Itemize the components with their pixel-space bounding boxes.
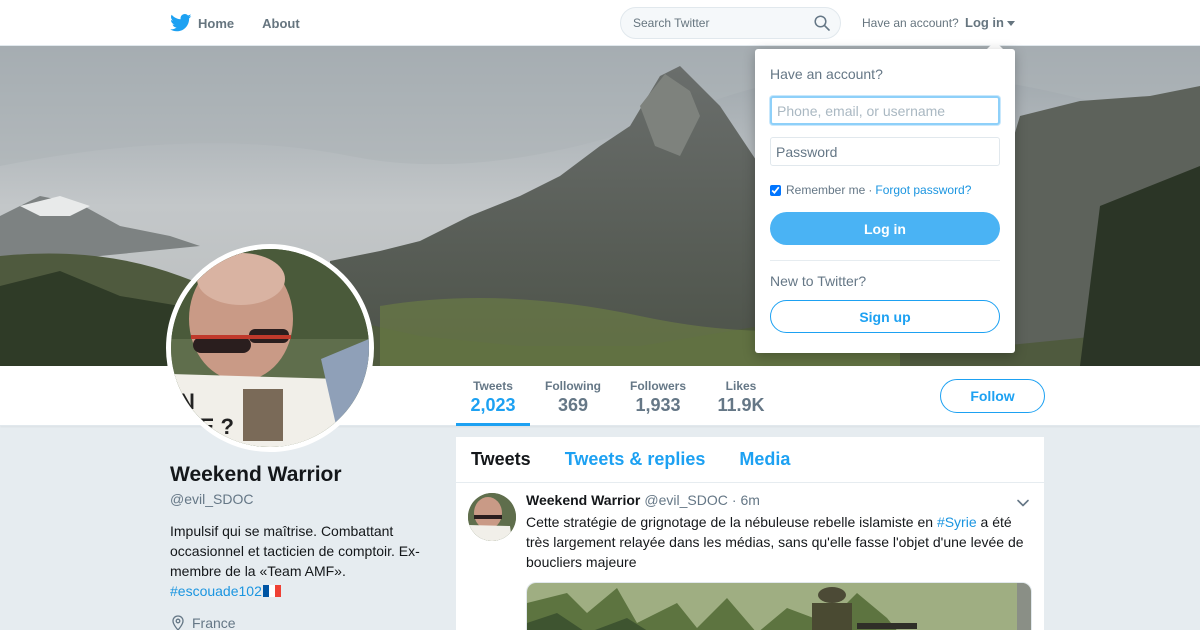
search-box[interactable] [620,7,841,39]
password-field[interactable] [770,137,1000,166]
tweet-author-handle[interactable]: @evil_SDOC [644,493,727,507]
nav-links: Home About [170,0,328,46]
search-icon[interactable] [814,15,830,31]
tab-tweets[interactable]: Tweets [471,449,531,470]
home-label: Home [198,15,235,31]
login-dropdown-toggle[interactable]: Log in [965,15,1015,30]
remember-separator: · [868,183,873,197]
remember-me-checkbox[interactable] [770,184,781,196]
svg-text:PE ?: PE ? [185,414,234,439]
login-toggle-label: Log in [965,15,1004,30]
tweet-separator: · [731,492,737,508]
chevron-down-icon[interactable] [1016,496,1030,510]
new-to-twitter-text: New to Twitter? [770,273,867,289]
bio-text: Impulsif qui se maîtrise. Combattant occ… [170,523,420,579]
stat-following[interactable]: Following 369 [540,366,606,426]
username-field[interactable] [770,96,1000,125]
tweet-media-image[interactable] [526,582,1032,630]
stat-followers[interactable]: Followers 1,933 [624,366,692,426]
stat-label: Following [545,379,601,393]
have-account-text: Have an account? [862,16,959,30]
stat-likes[interactable]: Likes 11.9K [710,366,772,426]
stat-value: 1,933 [635,395,681,415]
login-dropdown-title: Have an account? [770,66,883,82]
stat-label: Tweets [473,379,513,393]
about-link[interactable]: About [262,0,300,46]
login-dropdown: Have an account? Remember me · Forgot pa… [755,49,1015,353]
location-pin-icon [172,615,184,630]
profile-bio: Impulsif qui se maîtrise. Combattant occ… [170,521,435,601]
stat-value: 369 [557,395,589,415]
tweet-text-before: Cette stratégie de grignotage de la nébu… [526,514,937,530]
stat-value: 11.9K [717,395,765,415]
top-navigation-bar: Home About Have an account? Log in [0,0,1200,46]
tab-tweets-and-replies[interactable]: Tweets & replies [565,449,706,470]
stat-label: Followers [629,379,686,393]
tweet-header: Weekend Warrior @evil_SDOC · 6m [526,493,1032,507]
login-button[interactable]: Log in [770,212,1000,245]
tweet-photo [527,583,1031,630]
stat-label: Likes [725,379,757,393]
profile-location: France [170,615,236,630]
tweet-hashtag-link[interactable]: #Syrie [937,514,977,530]
timeline: Tweets Tweets & replies Media Weekend Wa… [456,437,1044,630]
profile-name[interactable]: Weekend Warrior [170,463,342,487]
tab-media[interactable]: Media [739,449,790,470]
remember-me-label[interactable]: Remember me [786,183,865,197]
timeline-tabs: Tweets Tweets & replies Media [456,437,1044,483]
location-text: France [192,615,236,630]
profile-avatar[interactable]: N PE ? [166,244,374,452]
remember-me-row: Remember me · Forgot password? [770,183,971,197]
twitter-bird-icon [170,14,192,32]
dropdown-divider [770,260,1000,261]
follow-button[interactable]: Follow [940,379,1045,413]
home-link[interactable]: Home [170,0,234,46]
signup-button[interactable]: Sign up [770,300,1000,333]
caret-down-icon [1007,20,1015,26]
stat-value: 2,023 [470,395,516,415]
avatar-photo: N PE ? [171,249,369,447]
french-flag-icon [262,585,281,597]
tweet-timestamp[interactable]: 6m [741,493,760,507]
search-input[interactable] [621,16,801,30]
stat-tweets[interactable]: Tweets 2,023 [456,366,530,426]
tweet-avatar[interactable] [468,493,516,541]
forgot-password-link[interactable]: Forgot password? [875,183,971,197]
tweet-avatar-photo [468,493,516,541]
bio-hashtag-link[interactable]: #escouade102 [170,583,262,599]
tweet-text: Cette stratégie de grignotage de la nébu… [526,512,1036,572]
tweet-author-name[interactable]: Weekend Warrior [526,493,640,507]
tweet[interactable]: Weekend Warrior @evil_SDOC · 6m Cette st… [456,483,1044,630]
profile-handle[interactable]: @evil_SDOC [170,491,253,507]
